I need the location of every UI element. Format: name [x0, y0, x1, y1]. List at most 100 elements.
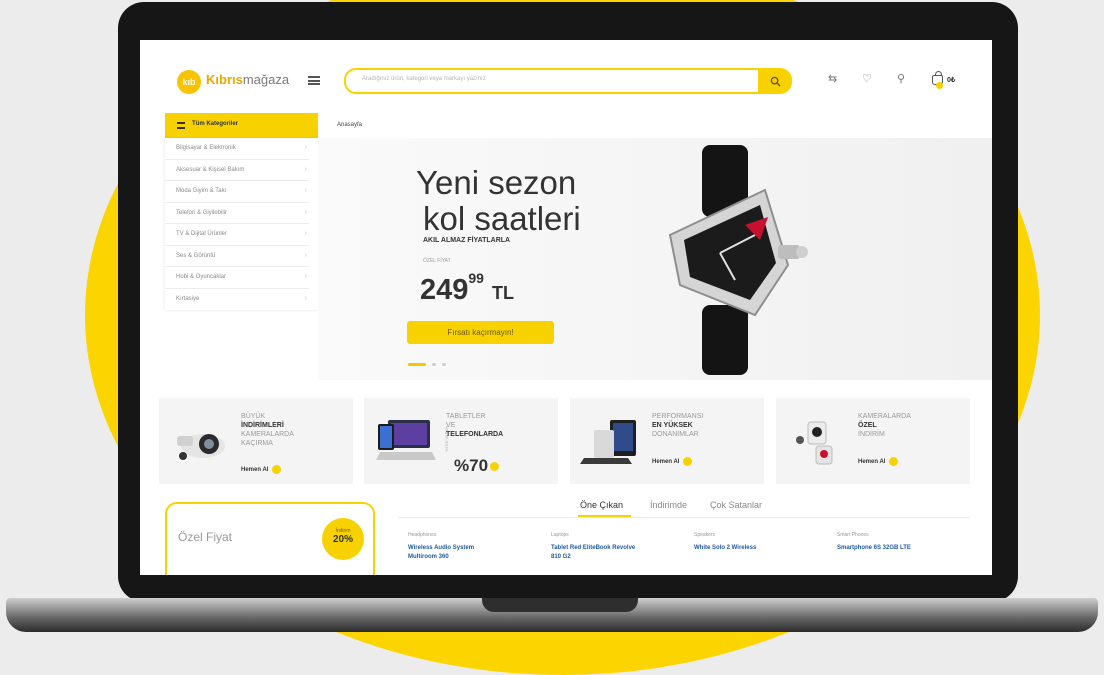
list-icon — [177, 122, 185, 129]
desktop-computer-image — [580, 420, 636, 464]
product-category: Laptops — [551, 532, 569, 538]
chevron-right-icon: › — [304, 294, 307, 302]
promo-text: BÜYÜK İNDİRİMLERİ KAMERALARDA KAÇIRMA — [241, 412, 347, 448]
category-label: Aksesuar & Kişisel Bakım — [176, 166, 245, 173]
category-label: Telefon & Giyilebilir — [176, 209, 228, 216]
product-card[interactable]: Headphones Wireless Audio System Multiroo… — [408, 532, 538, 562]
tablet-laptop-image — [376, 420, 436, 460]
search-button[interactable] — [758, 68, 792, 94]
logo-wordmark[interactable]: Kıbrısmağaza — [206, 72, 289, 87]
product-category: Smart Phones — [837, 532, 869, 538]
category-item[interactable]: Telefon & Giyilebilir › — [165, 203, 309, 224]
heart-icon[interactable]: ♡ — [862, 74, 872, 85]
hero-subtitle: AKIL ALMAZ FİYATLARLA — [423, 237, 511, 244]
category-item[interactable]: TV & Dijital Ürünler › — [165, 224, 309, 246]
product-name[interactable]: Wireless Audio System Multiroom 360 — [408, 544, 538, 562]
promo-percent: %70 — [454, 456, 489, 475]
product-card[interactable]: Speakers White Solo 2 Wireless — [694, 532, 824, 553]
promo-tile-camera-deals[interactable]: KAMERALARDA ÖZEL İNDİRİM Hemen Al — [776, 398, 970, 484]
search-input[interactable]: Aradığınız ürün, kategori veya markayı y… — [362, 76, 486, 82]
product-card[interactable]: Laptops Tablet Red EliteBook Revolve 810 … — [551, 532, 681, 562]
laptop-screen: kıb Kıbrısmağaza Aradığınız ürün, katego… — [140, 40, 992, 575]
promo-link-label: Hemen Al — [652, 459, 680, 466]
cart-total[interactable]: 0₺ — [947, 76, 955, 84]
hero-price: 24999 TL — [420, 270, 515, 307]
category-label: TV & Dijital Ürünler — [176, 231, 228, 237]
tab-featured[interactable]: Öne Çıkan — [580, 500, 623, 510]
promo-link[interactable]: Hemen Al — [652, 457, 693, 466]
promo-line: KAMERALARDA — [858, 413, 911, 420]
promo-text: KAMERALARDA ÖZEL İNDİRİM — [858, 412, 964, 439]
logo-icon[interactable]: kıb — [177, 70, 201, 94]
special-price-card[interactable]: Özel Fiyat İndirim 20% — [165, 502, 375, 575]
promo-line: ÖZEL — [858, 422, 877, 429]
product-name[interactable]: White Solo 2 Wireless — [694, 544, 824, 553]
promo-line: İNDİRİM — [858, 431, 885, 438]
tab-on-sale[interactable]: İndirimde — [650, 500, 687, 510]
product-name[interactable]: Tablet Red EliteBook Revolve 810 G2 — [551, 544, 681, 562]
chevron-right-icon: › — [304, 144, 307, 151]
special-price-title: Özel Fiyat — [178, 530, 233, 544]
promo-line: İNDİRİMLERİ — [241, 422, 284, 429]
breadcrumb[interactable]: Anasayfa — [337, 122, 362, 128]
category-label: Kırtasiye — [176, 295, 200, 302]
carousel-dot[interactable] — [442, 363, 446, 366]
promo-line: TELEFONLARDA — [446, 431, 504, 438]
arrow-circle-icon — [683, 457, 693, 466]
product-name[interactable]: Smartphone 6S 32GB LTE — [837, 544, 967, 553]
promo-vertical-label: %70'E VARAN — [444, 425, 449, 452]
category-label: Hobi & Oyuncaklar — [176, 274, 227, 280]
logo-strong-text: Kıbrıs — [206, 72, 243, 87]
hero-title-line1: Yeni sezon — [416, 164, 577, 201]
category-label: Ses & Görüntü — [176, 252, 216, 259]
category-item[interactable]: Kırtasiye › — [165, 289, 309, 310]
promo-tile-tablets[interactable]: TABLETLER VE TELEFONLARDA %70'E VARAN %7… — [364, 398, 558, 484]
discount-badge: İndirim 20% — [322, 518, 364, 560]
search-icon — [770, 76, 781, 87]
all-categories-label: Tüm Kategoriler — [192, 121, 239, 127]
hero-cta-button[interactable]: Fırsatı kaçırmayın! — [407, 321, 554, 344]
category-label: Bilgisayar & Elektronik — [176, 145, 236, 151]
carousel-dot[interactable] — [408, 363, 426, 366]
hamburger-menu-icon[interactable] — [308, 76, 320, 85]
product-card[interactable]: Smart Phones Smartphone 6S 32GB LTE — [837, 532, 967, 553]
price-integer: 249 — [420, 274, 469, 306]
user-icon[interactable]: ⚲ — [897, 74, 905, 85]
tabs-divider — [398, 517, 970, 518]
promo-link[interactable]: Hemen Al — [241, 465, 282, 474]
promo-link[interactable]: Hemen Al — [858, 457, 899, 466]
promo-line: BÜYÜK — [241, 413, 266, 420]
chevron-right-icon: › — [304, 187, 307, 194]
all-categories-button[interactable]: Tüm Kategoriler — [165, 113, 318, 138]
category-item[interactable]: Aksesuar & Kişisel Bakım › — [165, 160, 309, 181]
price-currency: TL — [492, 283, 515, 303]
carousel-dot[interactable] — [432, 363, 436, 366]
promo-line: KAMERALARDA — [241, 431, 294, 438]
arrow-circle-icon[interactable] — [490, 462, 499, 471]
chevron-right-icon: › — [304, 208, 307, 216]
promo-line: PERFORMANSI — [652, 413, 704, 420]
promo-tile-cameras[interactable]: BÜYÜK İNDİRİMLERİ KAMERALARDA KAÇIRMA He… — [159, 398, 353, 484]
watch-image — [668, 145, 808, 375]
chevron-right-icon: › — [304, 251, 307, 259]
compare-icon[interactable]: ⇆ — [828, 74, 837, 85]
search-bar[interactable]: Aradığınız ürün, kategori veya markayı y… — [344, 68, 792, 94]
promo-line: KAÇIRMA — [241, 440, 273, 447]
product-category: Speakers — [694, 532, 716, 538]
laptop-notch — [482, 598, 638, 612]
camera-image — [177, 434, 225, 460]
chevron-right-icon: › — [304, 273, 307, 280]
category-item[interactable]: Moda Giyim & Takı › — [165, 181, 309, 203]
promo-text: TABLETLER VE TELEFONLARDA — [446, 412, 552, 439]
chevron-right-icon: › — [304, 165, 307, 173]
cart-badge-dot — [936, 82, 943, 89]
category-item[interactable]: Bilgisayar & Elektronik › — [165, 138, 309, 160]
category-item[interactable]: Ses & Görüntü › — [165, 246, 309, 267]
arrow-circle-icon — [889, 457, 899, 466]
price-decimal: 99 — [468, 270, 484, 286]
tab-best-sellers[interactable]: Çok Satanlar — [710, 500, 762, 510]
category-item[interactable]: Hobi & Oyuncaklar › — [165, 267, 309, 289]
product-category: Headphones — [408, 532, 437, 538]
promo-tile-hardware[interactable]: PERFORMANSI EN YÜKSEK DONANIMLAR Hemen A… — [570, 398, 764, 484]
hero-title: Yeni sezon kol saatleri — [416, 165, 616, 237]
